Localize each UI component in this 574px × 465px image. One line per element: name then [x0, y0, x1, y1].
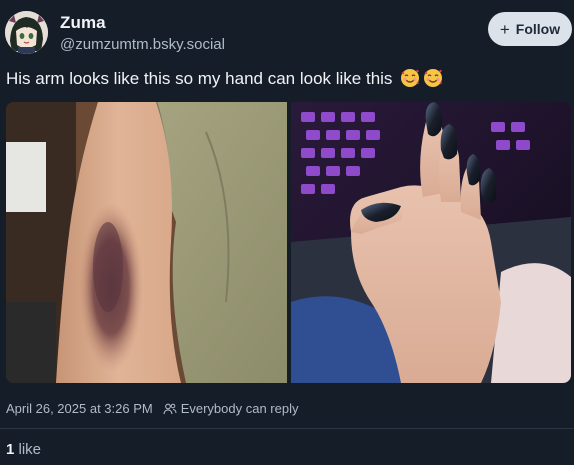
post-image-nails[interactable] — [291, 102, 571, 383]
plus-icon: + — [499, 19, 510, 39]
reply-setting[interactable]: Everybody can reply — [163, 401, 299, 416]
smiling-face-with-hearts-emoji — [424, 69, 443, 87]
post-text: His arm looks like this so my hand can l… — [6, 68, 443, 89]
post-timestamp[interactable]: April 26, 2025 at 3:26 PM — [6, 401, 153, 416]
post-card: Zuma @zumzumtm.bsky.social + Follow His … — [0, 0, 574, 465]
author-avatar[interactable] — [5, 11, 48, 54]
follow-button-label: Follow — [515, 21, 561, 37]
author-handle[interactable]: @zumzumtm.bsky.social — [60, 36, 225, 53]
reply-setting-label: Everybody can reply — [180, 401, 299, 416]
post-text-content: His arm looks like this so my hand can l… — [6, 69, 393, 88]
smiling-face-with-hearts-emoji — [401, 69, 420, 87]
people-icon — [163, 403, 177, 414]
likes-label: like — [18, 441, 42, 458]
post-image-forearm[interactable] — [6, 102, 287, 383]
likes-count[interactable]: 1 like — [6, 441, 41, 458]
divider — [0, 428, 574, 429]
follow-button[interactable]: + Follow — [488, 12, 572, 46]
post-meta: April 26, 2025 at 3:26 PM Everybody can … — [6, 401, 298, 416]
likes-number: 1 — [6, 441, 15, 458]
anime-character-icon — [5, 11, 48, 54]
author-display-name[interactable]: Zuma — [60, 13, 106, 33]
